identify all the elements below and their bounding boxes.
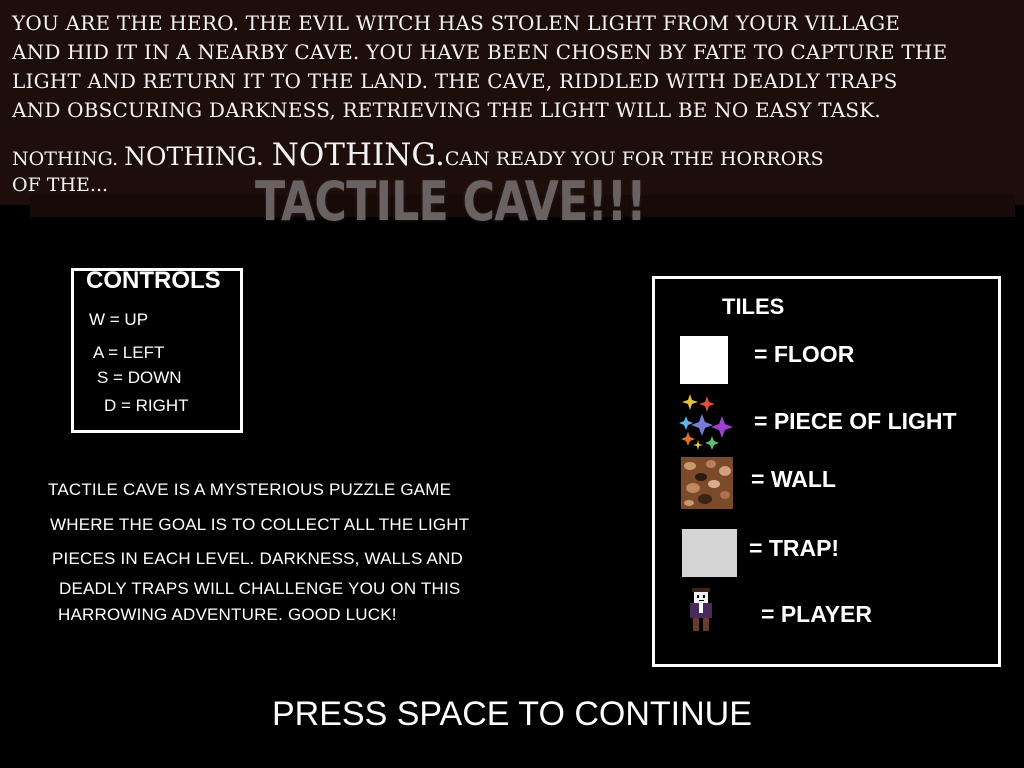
wall-label: = WALL	[751, 466, 836, 492]
floor-label: = FLOOR	[754, 341, 855, 367]
trap-tile-icon	[682, 529, 737, 577]
story-line-3: light and return it to the land. The cav…	[12, 69, 898, 93]
story-line-2: and hid it in a nearby cave. You have be…	[12, 40, 948, 64]
description-line-3: PIECES IN EACH LEVEL. DARKNESS, WALLS AN…	[52, 549, 463, 568]
floor-tile-icon	[680, 336, 728, 384]
player-sprite-icon	[690, 588, 712, 631]
description-line-1: TACTILE CAVE IS A MYSTERIOUS PUZZLE GAME	[48, 480, 452, 499]
nothing-rest: can ready you for the horrors	[444, 148, 824, 170]
controls-title: CONTROLS	[86, 267, 221, 294]
control-down: S = DOWN	[97, 368, 182, 387]
controls-panel: CONTROLS W = UP A = LEFT S = DOWN D = RI…	[71, 267, 243, 433]
light-piece-icon	[679, 394, 733, 450]
description-line-2: WHERE THE GOAL IS TO COLLECT ALL THE LIG…	[50, 515, 470, 534]
story-text: You are the hero. The evil witch has sto…	[12, 9, 1017, 125]
story-line-4: and obscuring darkness, retrieving the l…	[12, 98, 881, 122]
tiles-title: TILES	[722, 294, 785, 319]
press-space-prompt: PRESS SPACE TO CONTINUE	[272, 695, 752, 733]
nothing-line-2: of the...	[12, 174, 109, 196]
description-line-5: HARROWING ADVENTURE. GOOD LUCK!	[58, 605, 397, 624]
control-left: A = LEFT	[93, 343, 165, 362]
game-title: TACTILE CAVE!!!	[255, 170, 646, 233]
story-line-1: You are the hero. The evil witch has sto…	[12, 11, 901, 35]
light-label: = PIECE OF LIGHT	[754, 408, 957, 434]
wall-tile-icon	[681, 457, 733, 509]
trap-label: = TRAP!	[749, 535, 840, 561]
control-right: D = RIGHT	[104, 396, 189, 415]
nothing-word-1: Nothing.	[12, 148, 125, 170]
description-line-4: DEADLY TRAPS WILL CHALLENGE YOU ON THIS	[59, 579, 461, 598]
nothing-word-2: Nothing.	[124, 142, 272, 171]
tiles-legend-panel: TILES = FLOOR = PIECE OF LIGHT = WALL = …	[652, 276, 1001, 667]
nothing-word-3: Nothing.	[271, 137, 445, 173]
control-up: W = UP	[89, 310, 149, 329]
player-label: = PLAYER	[761, 601, 873, 627]
